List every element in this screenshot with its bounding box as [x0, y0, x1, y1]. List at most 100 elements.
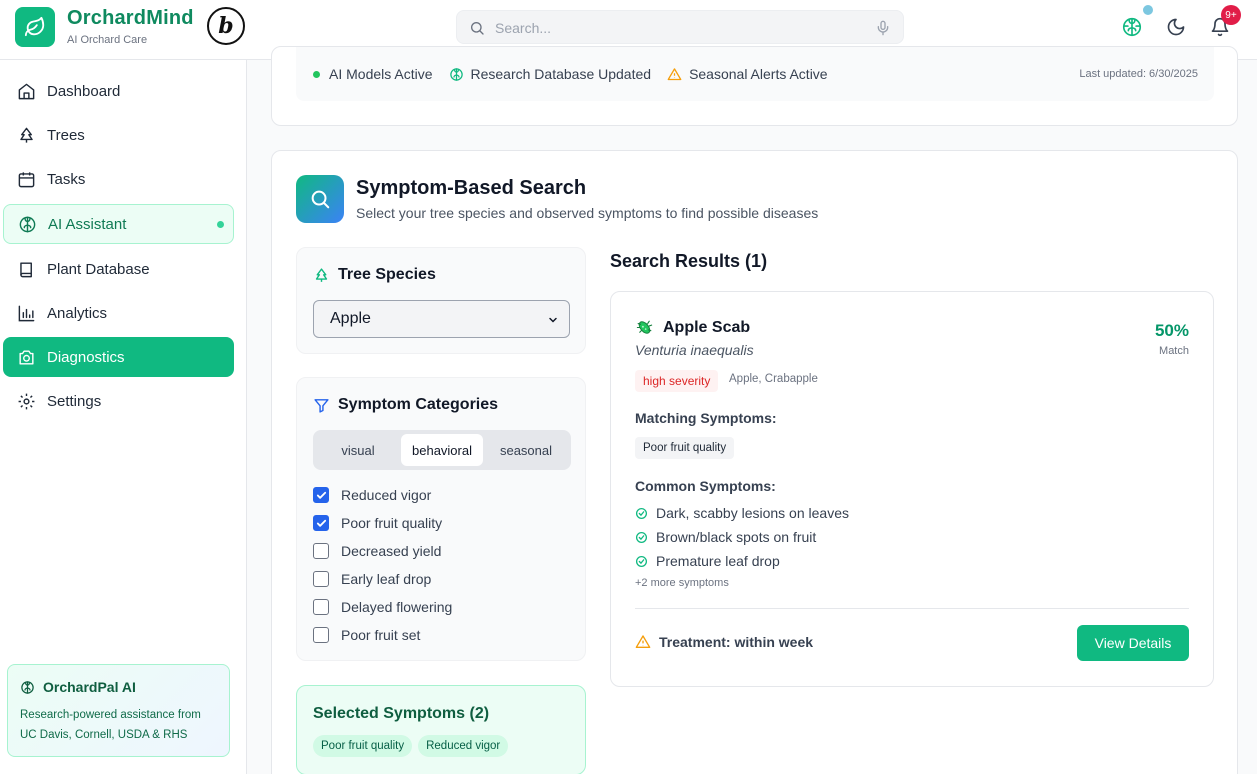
sidebar-item-label: Dashboard: [47, 82, 121, 100]
checkbox[interactable]: [313, 543, 329, 559]
status-dot: [217, 221, 224, 228]
brain-icon: [17, 214, 37, 234]
active-dot: [313, 70, 320, 78]
notification-badge: 9+: [1221, 5, 1241, 25]
symptom-label: Decreased yield: [341, 543, 442, 559]
sidebar-item-dashboard[interactable]: Dashboard: [3, 71, 234, 111]
sidebar-item-diagnostics[interactable]: Diagnostics: [3, 337, 234, 377]
results-title: Search Results (1): [610, 251, 768, 271]
symptom-option[interactable]: Delayed flowering: [313, 599, 452, 615]
chevron-down-icon: [547, 314, 559, 326]
tree-species-value: Apple: [330, 310, 371, 327]
microphone-icon[interactable]: [875, 20, 891, 41]
checkbox-checked[interactable]: [313, 487, 329, 503]
sidebar-item-analytics[interactable]: Analytics: [3, 293, 234, 333]
common-symptom-item: Dark, scabby lesions on leaves: [635, 505, 849, 521]
match-label: Match: [1159, 345, 1189, 357]
ai-brain-icon[interactable]: [1121, 16, 1143, 38]
sidebar-item-label: Settings: [47, 392, 102, 410]
sidebar-item-tasks[interactable]: Tasks: [3, 159, 234, 199]
filter-icon: [313, 397, 330, 414]
category-tabs: visual behavioral seasonal: [313, 430, 571, 470]
logo-leaf-icon[interactable]: [15, 7, 55, 47]
sidebar-item-label: AI Assistant: [48, 215, 127, 233]
status-research: Research Database Updated: [470, 66, 652, 82]
tree-species-panel: Tree Species Apple: [296, 247, 586, 354]
tree-icon: [16, 125, 36, 145]
search-icon: [469, 20, 485, 41]
sidebar-item-plant-database[interactable]: Plant Database: [3, 249, 234, 289]
divider: [635, 608, 1189, 609]
common-symptom-text: Premature leaf drop: [656, 553, 780, 569]
app-subtitle: AI Orchard Care: [67, 34, 148, 46]
checkbox[interactable]: [313, 599, 329, 615]
pal-description: Research-powered assistance from UC Davi…: [20, 709, 201, 741]
calendar-icon: [16, 169, 36, 189]
check-circle-icon: [635, 507, 648, 520]
tab-visual[interactable]: visual: [317, 434, 399, 466]
symptom-label: Delayed flowering: [341, 599, 453, 615]
common-symptom-text: Dark, scabby lesions on leaves: [656, 505, 849, 521]
common-symptom-text: Brown/black spots on fruit: [656, 529, 817, 545]
search-input[interactable]: [495, 18, 875, 38]
ai-status-dot: [1143, 5, 1153, 15]
tab-seasonal[interactable]: seasonal: [485, 434, 567, 466]
sidebar-item-label: Analytics: [47, 304, 108, 322]
view-details-button[interactable]: View Details: [1077, 625, 1189, 661]
selected-symptom-chip[interactable]: Reduced vigor: [418, 735, 509, 757]
moon-icon[interactable]: [1165, 16, 1187, 38]
brain-icon: [449, 67, 464, 82]
brain-icon: [20, 680, 35, 695]
tree-species-select[interactable]: Apple: [313, 300, 570, 338]
symptom-option[interactable]: Poor fruit set: [313, 627, 420, 643]
symptom-option[interactable]: Reduced vigor: [313, 487, 431, 503]
sidebar-item-trees[interactable]: Trees: [3, 115, 234, 155]
pal-title: OrchardPal AI: [43, 679, 136, 695]
checkbox-checked[interactable]: [313, 515, 329, 531]
search-bar[interactable]: [456, 10, 904, 44]
common-symptom-item: Brown/black spots on fruit: [635, 529, 816, 545]
selected-symptoms-panel: Selected Symptoms (2) Poor fruit quality…: [296, 685, 586, 774]
checkbox[interactable]: [313, 627, 329, 643]
powered-by-badge[interactable]: b: [207, 7, 245, 45]
bar-chart-icon: [16, 303, 36, 323]
symptom-option[interactable]: Decreased yield: [313, 543, 441, 559]
status-models: AI Models Active: [329, 66, 433, 82]
sidebar-item-ai-assistant[interactable]: AI Assistant: [3, 204, 234, 244]
camera-icon: [16, 347, 36, 367]
status-alerts: Seasonal Alerts Active: [689, 66, 828, 82]
app-name: OrchardMind: [67, 7, 194, 29]
status-bar: AI Models Active Research Database Updat…: [296, 47, 1214, 101]
checkbox[interactable]: [313, 571, 329, 587]
match-percent: 50%: [1154, 321, 1189, 340]
symptom-categories-panel: Symptom Categories visual behavioral sea…: [296, 377, 586, 661]
symptom-option[interactable]: Poor fruit quality: [313, 515, 442, 531]
host-species: Apple, Crabapple: [729, 373, 818, 385]
selected-symptom-chip[interactable]: Poor fruit quality: [313, 735, 413, 757]
symptom-categories-label: Symptom Categories: [338, 396, 499, 413]
badge-letter: b: [218, 13, 234, 39]
tree-icon: [313, 267, 330, 284]
microbe-icon: [635, 318, 654, 337]
tab-behavioral[interactable]: behavioral: [401, 434, 483, 466]
sidebar-item-label: Trees: [47, 126, 85, 144]
sidebar: Dashboard Trees Tasks AI Assistant Plant…: [0, 60, 247, 774]
symptom-option[interactable]: Early leaf drop: [313, 571, 431, 587]
common-symptom-item: Premature leaf drop: [635, 553, 780, 569]
check-circle-icon: [635, 555, 648, 568]
symptom-label: Poor fruit set: [341, 627, 421, 643]
sidebar-item-label: Plant Database: [47, 260, 150, 278]
symptom-label: Reduced vigor: [341, 487, 432, 503]
last-updated: Last updated: 6/30/2025: [1079, 68, 1198, 80]
warning-icon: [635, 634, 651, 650]
matching-symptoms-label: Matching Symptoms:: [635, 410, 777, 426]
section-subtitle: Select your tree species and observed sy…: [356, 205, 819, 221]
symptom-label: Poor fruit quality: [341, 515, 443, 531]
symptom-label: Early leaf drop: [341, 571, 432, 587]
sidebar-item-label: Diagnostics: [47, 348, 125, 366]
orchardpal-card[interactable]: OrchardPal AI Research-powered assistanc…: [7, 664, 230, 757]
more-symptoms: +2 more symptoms: [635, 577, 729, 589]
sidebar-item-settings[interactable]: Settings: [3, 381, 234, 421]
warning-icon: [667, 67, 682, 82]
result-card[interactable]: Apple Scab Venturia inaequalis high seve…: [610, 291, 1214, 687]
